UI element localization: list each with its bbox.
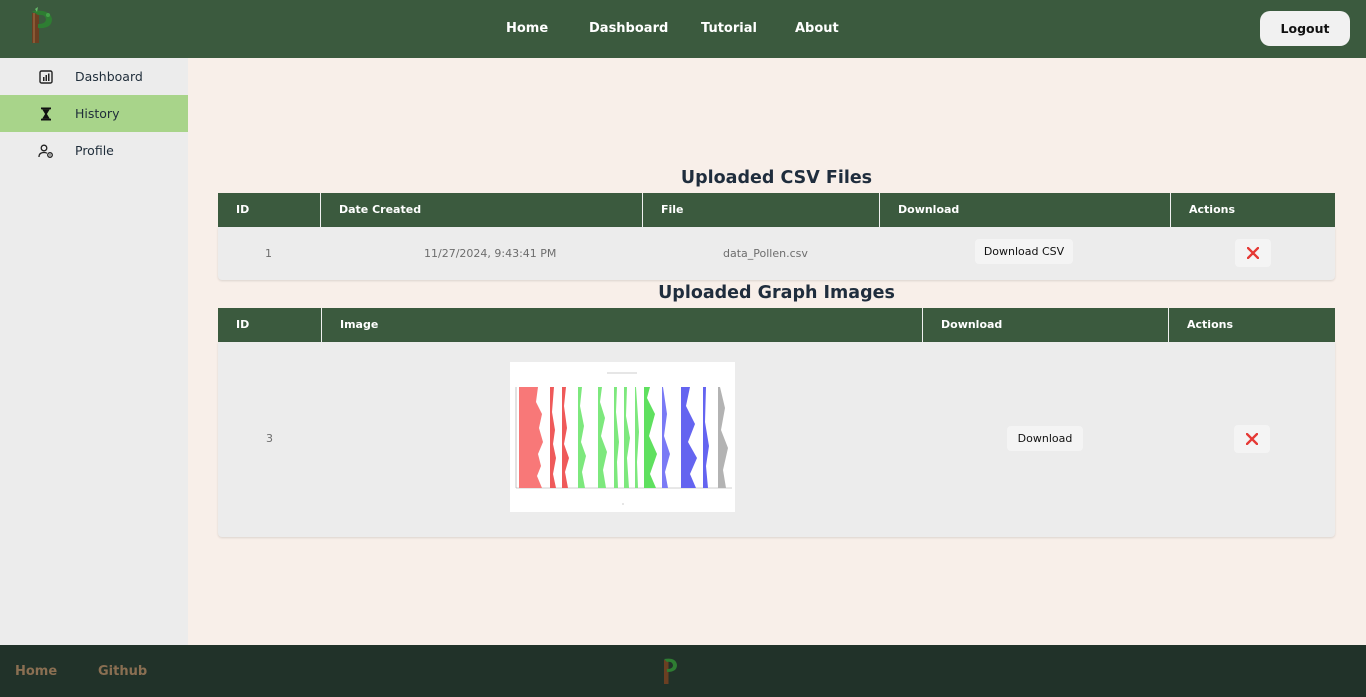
sidebar-item-label: Profile [75,143,114,158]
footer: Home Github [0,645,1366,697]
footer-github-link[interactable]: Github [98,664,147,679]
csv-table-header: ID Date Created File Download Actions [218,193,1335,227]
user-gear-icon [38,144,53,158]
nav-dashboard-link[interactable]: Dashboard [589,21,668,36]
sidebar-item-label: Dashboard [75,69,143,84]
sidebar: Dashboard History Profile [0,58,188,645]
images-table-header: ID Image Download Actions [218,308,1335,342]
sidebar-item-profile[interactable]: Profile [0,132,188,169]
delete-button[interactable] [1235,239,1271,267]
top-navbar: Home Dashboard Tutorial About Logout [0,0,1366,58]
csv-section-title: Uploaded CSV Files [680,168,873,188]
nav-about-link[interactable]: About [795,21,839,36]
column-header: Image [322,308,923,342]
sidebar-item-label: History [75,106,120,121]
column-header: File [643,193,880,227]
sidebar-item-history[interactable]: History [0,95,188,132]
pollen-diagram-image [510,362,735,512]
column-header: Download [923,308,1169,342]
images-section-title: Uploaded Graph Images [658,283,895,303]
row-file: data_Pollen.csv [723,247,808,260]
column-header: ID [218,308,322,342]
delete-button[interactable] [1234,425,1270,453]
row-date: 11/27/2024, 9:43:41 PM [424,247,557,260]
column-header: Date Created [321,193,643,227]
row-id: 3 [266,432,273,445]
column-header: Actions [1187,318,1233,331]
table-row: 3 Download [218,342,1335,537]
chart-icon [39,70,53,84]
column-header: Download [880,193,1171,227]
download-csv-button[interactable]: Download CSV [975,239,1073,264]
close-icon [1246,433,1258,445]
column-header: Actions [1189,203,1235,216]
row-id: 1 [265,247,272,260]
footer-home-link[interactable]: Home [15,664,57,679]
hourglass-icon [41,107,51,121]
graph-thumbnail[interactable] [510,362,735,512]
nav-home-link[interactable]: Home [506,21,548,36]
table-row: 1 11/27/2024, 9:43:41 PM data_Pollen.csv… [218,227,1335,280]
column-header: ID [218,193,321,227]
sidebar-item-dashboard[interactable]: Dashboard [0,58,188,95]
main-nav: Home Dashboard Tutorial About [0,0,1366,58]
logout-button[interactable]: Logout [1260,11,1350,46]
close-icon [1247,247,1259,259]
footer-logo-icon [664,658,677,684]
nav-tutorial-link[interactable]: Tutorial [701,21,757,36]
download-image-button[interactable]: Download [1007,426,1083,451]
